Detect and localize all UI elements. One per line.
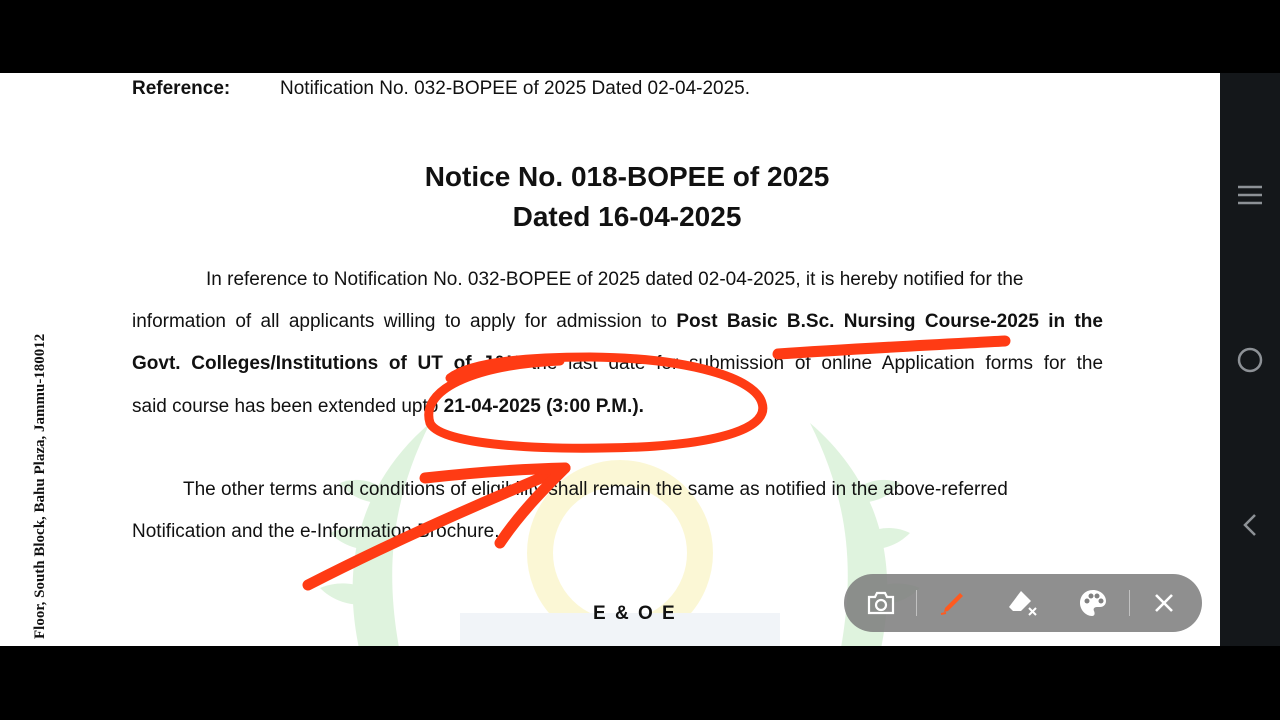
camera-icon[interactable] [864,586,898,620]
eoe-mark: E & O E [593,603,677,624]
menu-icon[interactable] [1234,179,1266,211]
close-icon[interactable] [1147,586,1181,620]
para2-line2: Notification and the e-Information Broch… [132,521,500,542]
palette-icon[interactable] [1076,586,1110,620]
reference-line: Reference: Notification No. 032-BOPEE of … [132,78,750,100]
para1-line3: Govt. Colleges/Institutions of UT of J&K… [132,353,1103,375]
para1-line3-normal: the last date for submission of online A… [531,353,1104,374]
pen-icon[interactable] [935,586,969,620]
eraser-icon[interactable] [1006,586,1040,620]
para1-line2-normal: information of all applicants willing to… [132,311,677,332]
para1-line2-bold: Post Basic B.Sc. Nursing Course-2025 in … [676,311,1103,332]
notice-title: Notice No. 018-BOPEE of 2025 [424,161,830,192]
side-address: Floor, South Block, Bahu Plaza, Jammu-18… [32,333,48,639]
document-page: Floor, South Block, Bahu Plaza, Jammu-18… [0,73,1220,646]
android-nav-bar [1220,73,1280,646]
home-circle-icon[interactable] [1234,344,1266,376]
para1-line4-normal: said course has been extended upto [132,396,444,417]
reference-text: Notification No. 032-BOPEE of 2025 Dated… [280,78,751,99]
notice-date: Dated 16-04-2025 [512,201,742,232]
para2-line1: The other terms and conditions of eligib… [183,479,1008,500]
reference-label: Reference: [132,78,231,99]
para1-line2: information of all applicants willing to… [132,311,1103,333]
para1-line1: In reference to Notification No. 032-BOP… [206,269,1024,290]
deadline-highlight: 21-04-2025 (3:00 P.M.). [443,396,644,417]
back-chevron-icon[interactable] [1234,509,1266,541]
para1-line4: said course has been extended upto 21-04… [132,396,644,418]
para1-line3-bold: Govt. Colleges/Institutions of UT of J&K [132,353,521,374]
screen-annotation-toolbar [844,574,1202,632]
